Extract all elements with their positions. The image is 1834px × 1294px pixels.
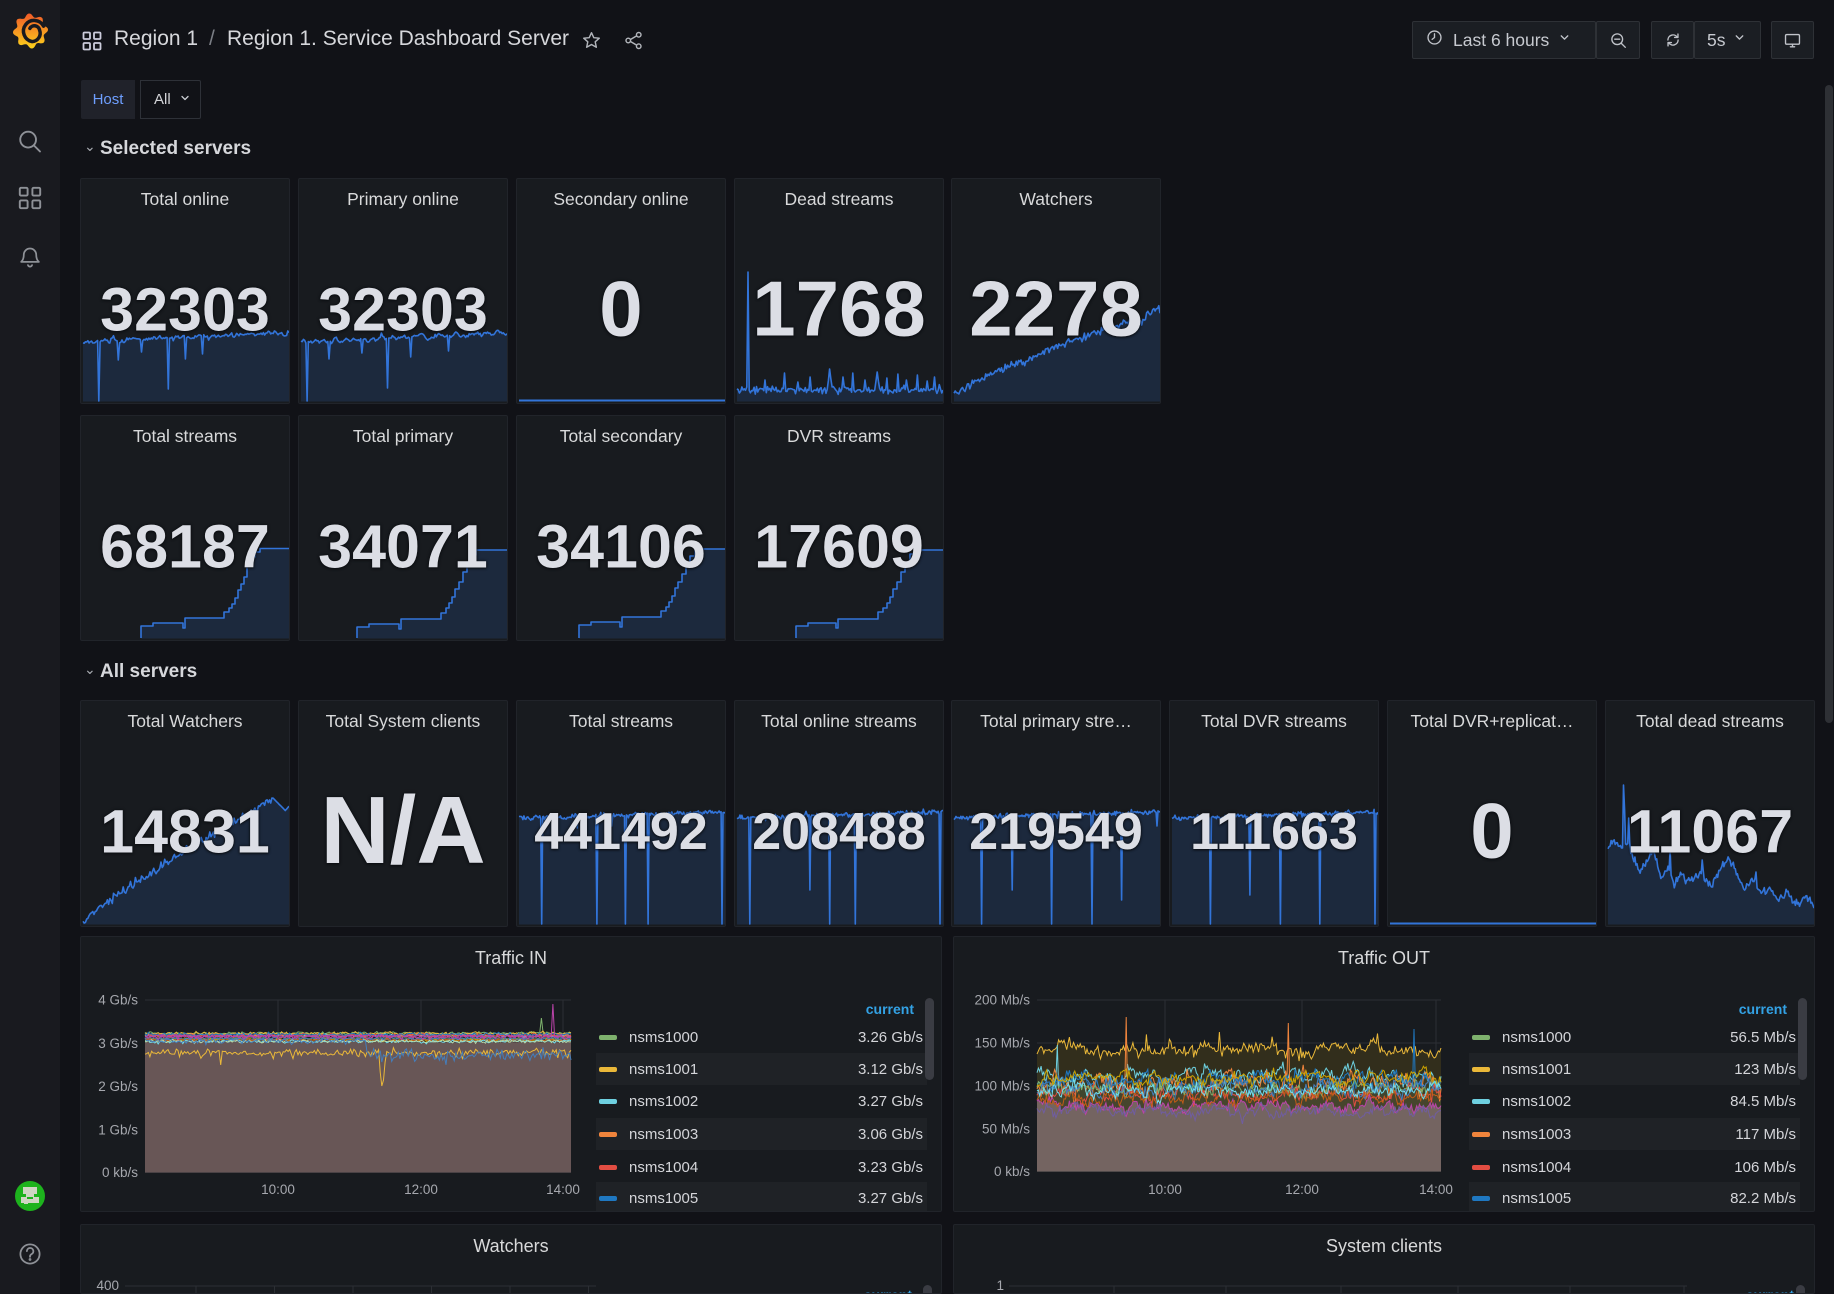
svg-text:150 Mb/s: 150 Mb/s	[974, 1036, 1030, 1051]
svg-text:14:00: 14:00	[1419, 1182, 1453, 1197]
svg-text:14:00: 14:00	[546, 1182, 580, 1197]
svg-text:4 Gb/s: 4 Gb/s	[98, 993, 138, 1008]
svg-text:400: 400	[96, 1278, 119, 1293]
svg-text:10:00: 10:00	[261, 1182, 295, 1197]
svg-text:50 Mb/s: 50 Mb/s	[982, 1122, 1030, 1137]
svg-text:10:00: 10:00	[1148, 1182, 1182, 1197]
svg-text:3 Gb/s: 3 Gb/s	[98, 1036, 138, 1051]
svg-text:0 kb/s: 0 kb/s	[994, 1164, 1030, 1179]
svg-text:1 Gb/s: 1 Gb/s	[98, 1122, 138, 1137]
svg-text:2 Gb/s: 2 Gb/s	[98, 1079, 138, 1094]
svg-text:100 Mb/s: 100 Mb/s	[974, 1079, 1030, 1094]
svg-text:0 kb/s: 0 kb/s	[102, 1165, 138, 1180]
svg-text:12:00: 12:00	[404, 1182, 438, 1197]
svg-text:200 Mb/s: 200 Mb/s	[974, 993, 1030, 1008]
svg-text:12:00: 12:00	[1285, 1182, 1319, 1197]
svg-text:1: 1	[996, 1278, 1004, 1293]
